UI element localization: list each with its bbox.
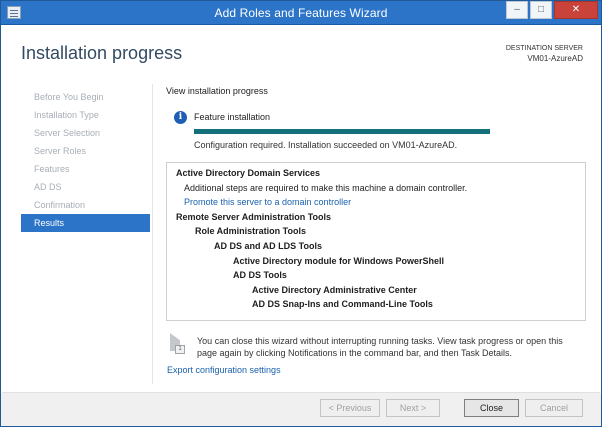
info-icon: i xyxy=(174,111,187,124)
next-button[interactable]: Next > xyxy=(386,399,440,417)
title-bar[interactable]: Add Roles and Features Wizard – □ ✕ xyxy=(1,1,601,25)
result-role-admin-tools: Role Administration Tools xyxy=(195,226,307,237)
notification-flag-icon: 1 xyxy=(170,333,186,355)
view-installation-progress-label: View installation progress xyxy=(166,86,268,96)
destination-label: DESTINATION SERVER xyxy=(505,45,583,52)
previous-button[interactable]: < Previous xyxy=(320,399,380,417)
result-additional-steps: Additional steps are required to make th… xyxy=(184,182,468,193)
result-ad-ds-lds-tools: AD DS and AD LDS Tools xyxy=(214,240,322,251)
installation-status-text: Configuration required. Installation suc… xyxy=(194,140,458,150)
feature-installation-title: Feature installation xyxy=(194,112,271,122)
result-ad-ds-snapins: AD DS Snap-Ins and Command-Line Tools xyxy=(252,299,433,310)
sidebar-item-installation-type[interactable]: Installation Type xyxy=(21,106,150,124)
sidebar-item-ad-ds[interactable]: AD DS xyxy=(21,178,150,196)
page-title: Installation progress xyxy=(21,43,183,63)
result-ad-ds: Active Directory Domain Services xyxy=(176,168,321,178)
maximize-button[interactable]: □ xyxy=(530,1,552,19)
result-ad-admin-center: Active Directory Administrative Center xyxy=(252,284,417,295)
close-button[interactable]: Close xyxy=(464,399,519,417)
sidebar-item-before-you-begin[interactable]: Before You Begin xyxy=(21,88,150,106)
minimize-button[interactable]: – xyxy=(506,1,528,19)
results-list[interactable]: Active Directory Domain Services Additio… xyxy=(166,162,586,321)
export-configuration-link[interactable]: Export configuration settings xyxy=(167,365,281,375)
cancel-button[interactable]: Cancel xyxy=(525,399,583,417)
close-wizard-note: You can close this wizard without interr… xyxy=(197,336,563,358)
sidebar-item-results[interactable]: Results xyxy=(21,214,150,232)
sidebar-divider xyxy=(152,84,153,384)
notification-badge: 1 xyxy=(175,345,185,354)
result-rsat: Remote Server Administration Tools xyxy=(176,211,332,222)
close-window-button[interactable]: ✕ xyxy=(554,1,598,19)
wizard-window: Add Roles and Features Wizard – □ ✕ Inst… xyxy=(0,0,602,427)
sidebar-item-server-roles[interactable]: Server Roles xyxy=(21,142,150,160)
destination-server: DESTINATION SERVER VM01-AzureAD xyxy=(506,44,583,64)
result-ad-powershell-module: Active Directory module for Windows Powe… xyxy=(233,255,444,266)
result-ad-ds-tools: AD DS Tools xyxy=(233,270,287,281)
window-controls: – □ ✕ xyxy=(504,1,598,19)
wizard-footer: < Previous Next > Close Cancel xyxy=(1,393,601,426)
installation-progress-bar xyxy=(194,129,490,134)
sidebar-item-server-selection[interactable]: Server Selection xyxy=(21,124,150,142)
promote-domain-controller-link[interactable]: Promote this server to a domain controll… xyxy=(167,195,585,210)
sidebar-item-confirmation[interactable]: Confirmation xyxy=(21,196,150,214)
destination-server-name: VM01-AzureAD xyxy=(527,54,583,63)
wizard-steps: Before You Begin Installation Type Serve… xyxy=(21,88,150,232)
sidebar-item-features[interactable]: Features xyxy=(21,160,150,178)
